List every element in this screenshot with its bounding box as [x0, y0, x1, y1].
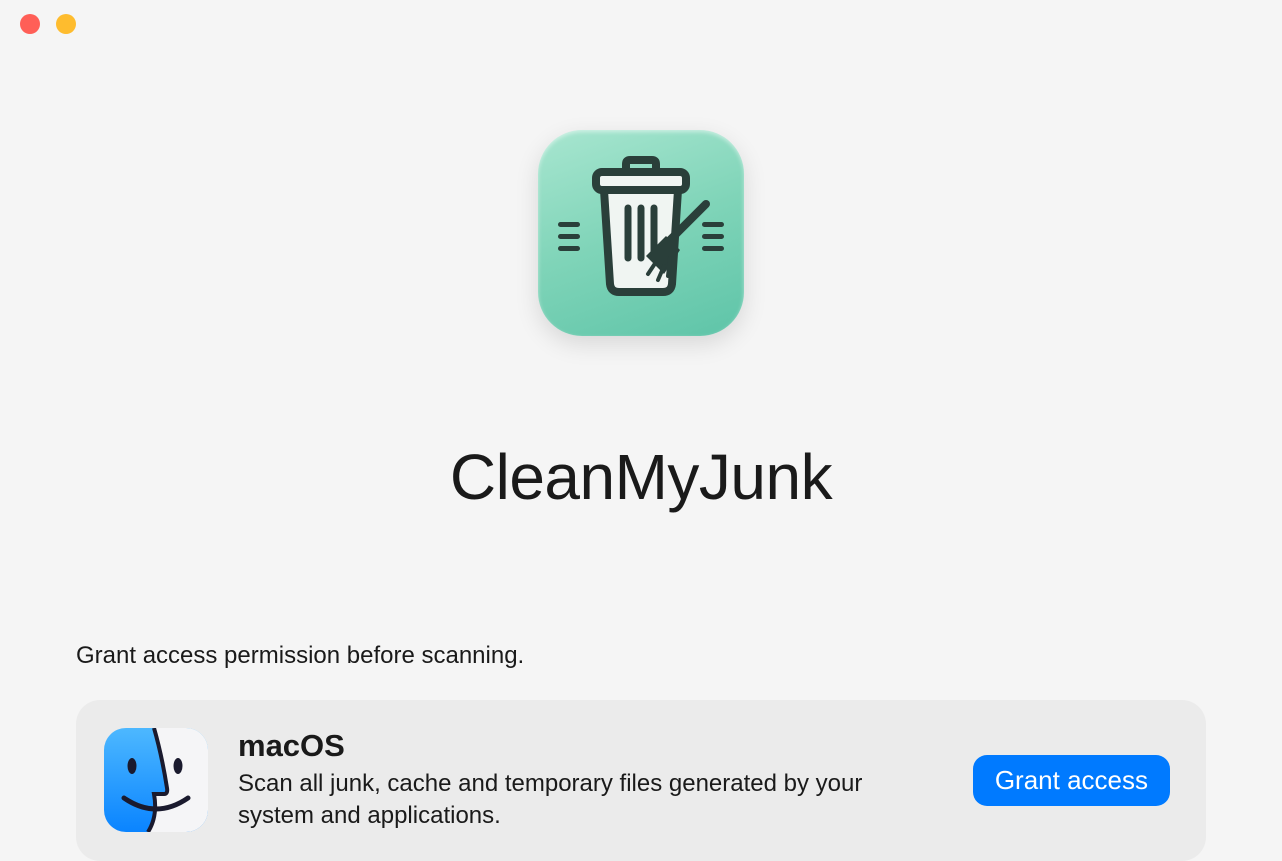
trash-broom-icon — [538, 130, 744, 336]
app-icon — [538, 130, 744, 336]
close-window-button[interactable] — [20, 14, 40, 34]
permission-card-title: macOS — [238, 728, 943, 764]
window-controls — [20, 14, 76, 34]
permission-card-description: Scan all junk, cache and temporary files… — [238, 768, 943, 833]
permission-section: Grant access permission before scanning. — [0, 642, 1282, 861]
grant-access-button[interactable]: Grant access — [973, 755, 1170, 806]
finder-icon — [104, 728, 208, 832]
minimize-window-button[interactable] — [56, 14, 76, 34]
permission-text: macOS Scan all junk, cache and temporary… — [238, 728, 943, 833]
permission-card: macOS Scan all junk, cache and temporary… — [76, 700, 1206, 861]
main-content: CleanMyJunk Grant access permission befo… — [0, 0, 1282, 861]
app-title: CleanMyJunk — [450, 440, 832, 514]
permission-prompt: Grant access permission before scanning. — [76, 642, 1206, 670]
